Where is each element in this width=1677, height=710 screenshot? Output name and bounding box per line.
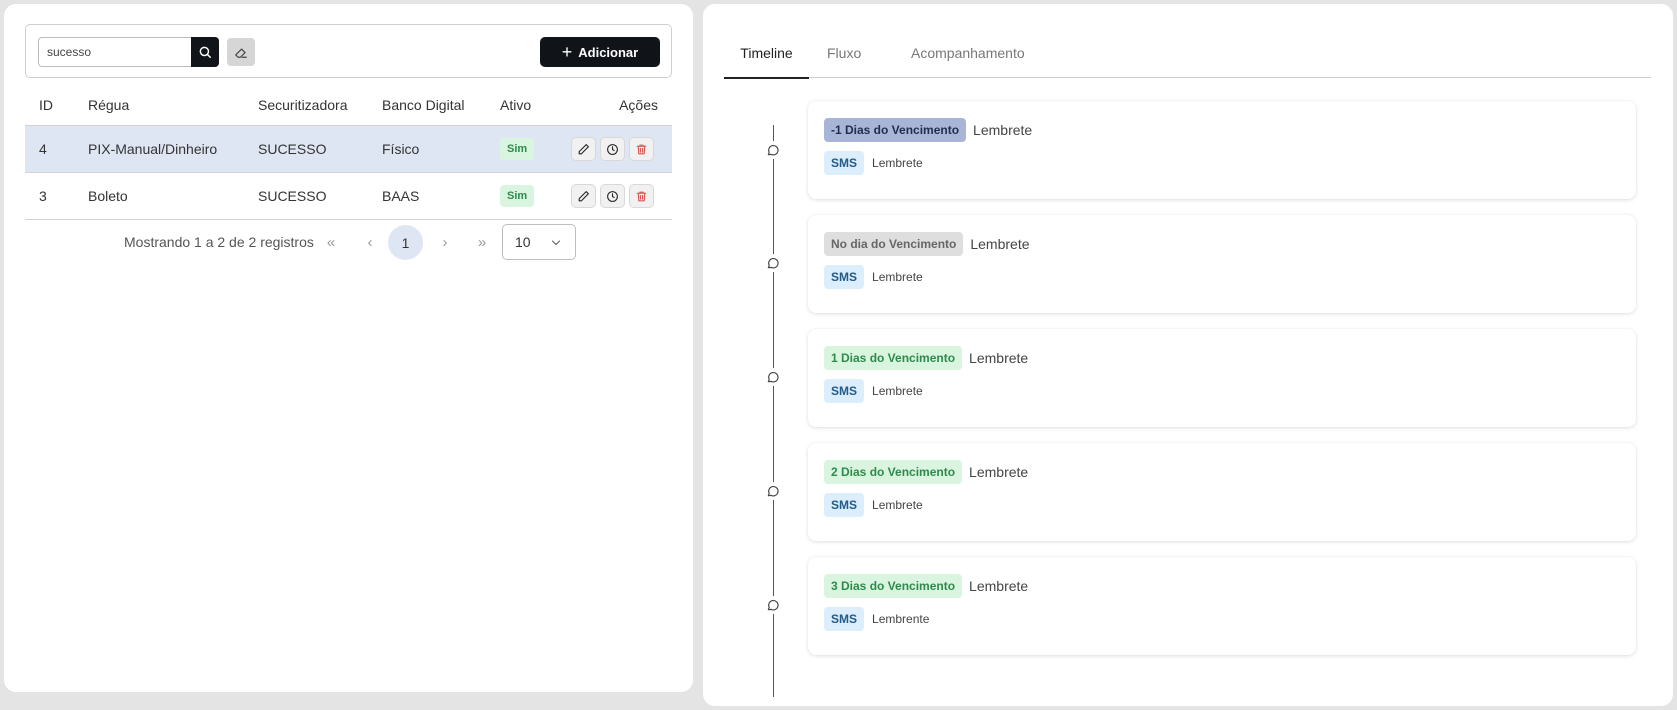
search-button[interactable] bbox=[191, 37, 219, 67]
tab-timeline[interactable]: Timeline bbox=[724, 34, 809, 79]
delete-button[interactable] bbox=[629, 137, 654, 161]
message-circle-icon bbox=[764, 254, 782, 272]
message-circle-icon bbox=[764, 141, 782, 159]
event-timing-tag: 3 Dias do Vencimento bbox=[824, 574, 963, 598]
pencil-icon bbox=[578, 190, 589, 201]
pagination-info: Mostrando 1 a 2 de 2 registros bbox=[124, 234, 314, 250]
header-banco-digital[interactable]: Banco Digital bbox=[382, 84, 465, 125]
add-button[interactable]: + Adicionar bbox=[540, 37, 660, 67]
event-timing-tag: 2 Dias do Vencimento bbox=[824, 460, 963, 484]
cell-ativo: Sim bbox=[500, 126, 535, 172]
event-timing-tag: 1 Dias do Vencimento bbox=[824, 346, 963, 370]
event-description: Lembrete bbox=[872, 156, 923, 170]
search-icon bbox=[199, 46, 211, 58]
edit-button[interactable] bbox=[571, 137, 596, 161]
cell-regua: Boleto bbox=[88, 188, 128, 204]
cell-securitizadora: SUCESSO bbox=[258, 188, 327, 204]
channel-badge: SMS bbox=[824, 265, 865, 289]
cell-banco-digital: BAAS bbox=[382, 188, 420, 204]
eraser-icon bbox=[235, 48, 247, 58]
page-1-button[interactable]: 1 bbox=[388, 225, 423, 260]
message-circle-icon bbox=[764, 368, 782, 386]
history-button[interactable] bbox=[600, 184, 625, 208]
plus-icon: + bbox=[561, 42, 573, 62]
header-securitizadora[interactable]: Securitizadora bbox=[258, 84, 348, 125]
channel-badge: SMS bbox=[824, 607, 865, 631]
page-size-value: 10 bbox=[515, 234, 531, 250]
message-circle-icon bbox=[764, 596, 782, 614]
cell-ativo: Sim bbox=[500, 173, 535, 219]
edit-button[interactable] bbox=[571, 184, 596, 208]
event-title: Lembrete bbox=[969, 464, 1029, 480]
search-input[interactable] bbox=[38, 37, 191, 67]
event-description: Lembrete bbox=[872, 498, 923, 512]
trash-icon bbox=[636, 191, 647, 201]
table-row[interactable]: 4 PIX-Manual/Dinheiro SUCESSO Físico Sim bbox=[25, 126, 672, 173]
message-circle-icon bbox=[764, 482, 782, 500]
cell-securitizadora: SUCESSO bbox=[258, 141, 327, 157]
event-title: Lembrete bbox=[969, 578, 1029, 594]
clock-icon bbox=[607, 143, 618, 155]
rules-table: ID Régua Securitizadora Banco Digital At… bbox=[25, 84, 672, 220]
event-description: Lembrete bbox=[872, 384, 923, 398]
event-description: Lembrete bbox=[872, 270, 923, 284]
tab-acompanhamento[interactable]: Acompanhamento bbox=[911, 34, 1025, 78]
status-badge: Sim bbox=[500, 185, 535, 207]
table-header: ID Régua Securitizadora Banco Digital At… bbox=[25, 84, 672, 126]
header-regua[interactable]: Régua bbox=[88, 84, 129, 125]
row-actions bbox=[571, 173, 654, 219]
first-page-button[interactable]: « bbox=[321, 224, 341, 260]
timeline-event-card[interactable]: 1 Dias do Vencimento Lembrete SMS Lembre… bbox=[808, 329, 1636, 427]
cell-id: 3 bbox=[39, 188, 47, 204]
last-page-button[interactable]: » bbox=[472, 224, 492, 260]
status-badge: Sim bbox=[500, 138, 535, 160]
timeline-event-card[interactable]: -1 Dias do Vencimento Lembrete SMS Lembr… bbox=[808, 101, 1636, 199]
details-tabs: Timeline Fluxo Acompanhamento bbox=[724, 34, 1651, 79]
page-size-select[interactable]: 10 bbox=[502, 224, 576, 260]
pencil-icon bbox=[578, 143, 589, 154]
cell-banco-digital: Físico bbox=[382, 141, 420, 157]
event-description: Lembrente bbox=[872, 612, 930, 626]
event-timing-tag: -1 Dias do Vencimento bbox=[824, 118, 967, 142]
cell-regua: PIX-Manual/Dinheiro bbox=[88, 141, 218, 157]
history-button[interactable] bbox=[600, 137, 625, 161]
timeline-event-card[interactable]: 3 Dias do Vencimento Lembrete SMS Lembre… bbox=[808, 557, 1636, 655]
row-actions bbox=[571, 126, 654, 172]
timeline-event-card[interactable]: 2 Dias do Vencimento Lembrete SMS Lembre… bbox=[808, 443, 1636, 541]
header-ativo[interactable]: Ativo bbox=[500, 84, 531, 125]
channel-badge: SMS bbox=[824, 151, 865, 175]
timeline-event-card[interactable]: No dia do Vencimento Lembrete SMS Lembre… bbox=[808, 215, 1636, 313]
channel-badge: SMS bbox=[824, 379, 865, 403]
delete-button[interactable] bbox=[629, 184, 654, 208]
event-title: Lembrete bbox=[973, 122, 1033, 138]
pagination: Mostrando 1 a 2 de 2 registros « ‹ 1 › »… bbox=[25, 224, 672, 260]
clear-search-button[interactable] bbox=[227, 38, 255, 66]
event-timing-tag: No dia do Vencimento bbox=[824, 232, 964, 256]
add-button-label: Adicionar bbox=[578, 44, 639, 60]
clock-icon bbox=[607, 190, 618, 202]
event-title: Lembrete bbox=[969, 350, 1029, 366]
event-title: Lembrete bbox=[970, 236, 1030, 252]
prev-page-button[interactable]: ‹ bbox=[360, 224, 380, 260]
header-acoes: Ações bbox=[619, 96, 658, 113]
header-id[interactable]: ID bbox=[39, 84, 53, 125]
next-page-button[interactable]: › bbox=[435, 224, 455, 260]
tab-fluxo[interactable]: Fluxo bbox=[827, 34, 861, 78]
trash-icon bbox=[636, 144, 647, 154]
cell-id: 4 bbox=[39, 141, 47, 157]
rules-list-panel: + Adicionar ID Régua Securitizadora Banc… bbox=[4, 4, 693, 692]
chevron-down-icon bbox=[552, 240, 560, 246]
table-toolbar: + Adicionar bbox=[25, 24, 672, 78]
channel-badge: SMS bbox=[824, 493, 865, 517]
table-row[interactable]: 3 Boleto SUCESSO BAAS Sim bbox=[25, 173, 672, 220]
